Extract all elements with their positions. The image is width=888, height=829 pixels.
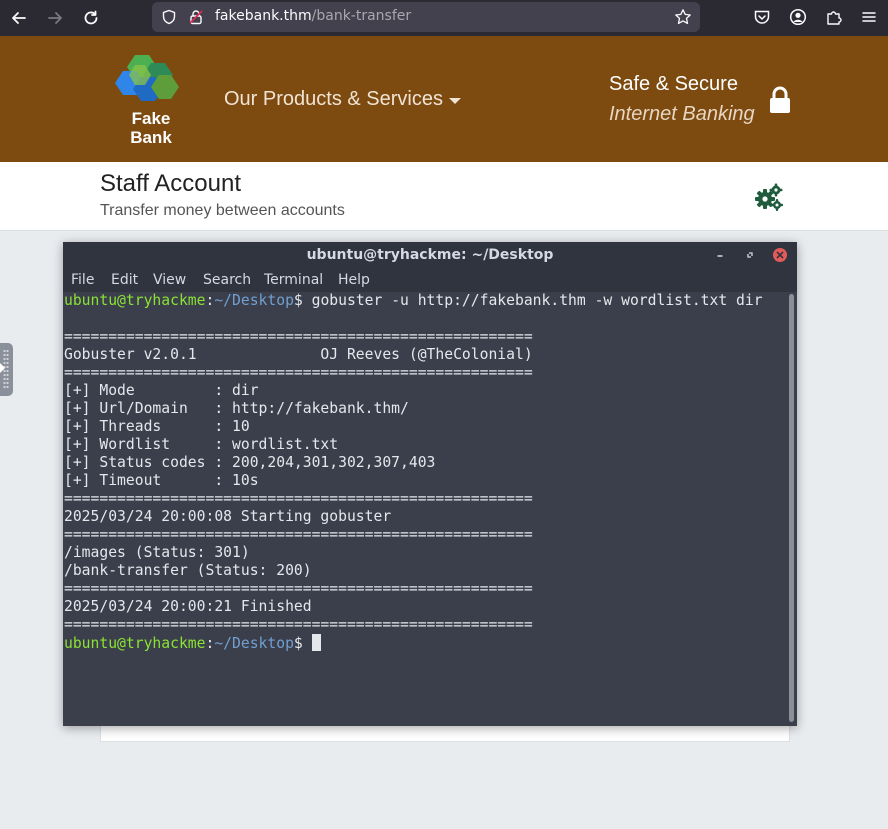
terminal-window[interactable]: ubuntu@tryhackme: ~/Desktop File Edit Vi…	[63, 242, 797, 726]
terminal-title: ubuntu@tryhackme: ~/Desktop	[306, 247, 554, 263]
menu-search[interactable]: Search	[203, 272, 251, 288]
output-line: [+] Status codes : 200,204,301,302,307,4…	[64, 454, 436, 471]
insecure-lock-icon[interactable]	[186, 7, 206, 27]
command-line: ubuntu@tryhackme:~/Desktop$ gobuster -u …	[64, 292, 763, 309]
page-subtitle: Transfer money between accounts	[100, 202, 345, 219]
lock-icon	[768, 86, 792, 114]
text-cursor	[311, 634, 321, 651]
shield-icon[interactable]	[159, 7, 179, 27]
output-line: ========================================…	[64, 580, 533, 597]
url-path: /bank-transfer	[311, 8, 412, 24]
url-text[interactable]: fakebank.thm/bank-transfer	[215, 8, 411, 24]
cube-logo-icon	[115, 55, 179, 101]
bookmark-star-icon[interactable]	[673, 7, 693, 27]
terminal-menubar: File Edit View Search Terminal Help	[63, 269, 797, 292]
prompt-path: ~/Desktop	[214, 635, 294, 652]
output-line: ========================================…	[64, 490, 533, 507]
page-title: Staff Account	[100, 170, 241, 197]
browser-toolbar: fakebank.thm/bank-transfer	[0, 0, 888, 36]
menu-help[interactable]: Help	[338, 272, 370, 288]
output-line: 2025/03/24 20:00:21 Finished	[64, 598, 312, 615]
logo-line-2: Bank	[130, 128, 172, 147]
back-arrow-icon	[12, 12, 26, 24]
site-header: Fake Bank Our Products & Services Safe &…	[0, 36, 888, 162]
output-line: /bank-transfer (Status: 200)	[64, 562, 312, 579]
prompt-user: ubuntu@tryhackme	[64, 292, 206, 309]
reload-button[interactable]	[77, 4, 105, 32]
pocket-icon[interactable]	[750, 5, 774, 29]
output-line: [+] Wordlist : wordlist.txt	[64, 436, 339, 453]
menu-file[interactable]: File	[71, 272, 94, 288]
output-line: [+] Url/Domain : http://fakebank.thm/	[64, 400, 409, 417]
output-line: [+] Timeout : 10s	[64, 472, 259, 489]
menu-edit[interactable]: Edit	[111, 272, 138, 288]
current-prompt-line[interactable]: ubuntu@tryhackme:~/Desktop$	[64, 634, 786, 652]
address-bar[interactable]: fakebank.thm/bank-transfer	[152, 2, 700, 32]
logo-text: Fake Bank	[115, 109, 187, 147]
extensions-icon[interactable]	[822, 5, 846, 29]
close-icon	[776, 251, 784, 259]
account-bar: Staff Account Transfer money between acc…	[0, 162, 888, 231]
side-panel-handle[interactable]	[0, 343, 13, 396]
settings-gears-icon[interactable]	[754, 182, 784, 212]
terminal-output[interactable]: ubuntu@tryhackme:~/Desktop$ gobuster -u …	[64, 292, 786, 722]
output-line: ========================================…	[64, 328, 533, 345]
reload-icon	[84, 10, 98, 25]
expand-arrow-icon	[0, 363, 5, 373]
products-dropdown-label: Our Products & Services	[224, 88, 443, 110]
output-line: ========================================…	[64, 526, 533, 543]
account-icon[interactable]	[786, 5, 810, 29]
output-line: ========================================…	[64, 616, 533, 633]
minimize-icon	[717, 255, 723, 257]
secure-subheading: Internet Banking	[609, 103, 755, 125]
menu-terminal[interactable]: Terminal	[264, 272, 323, 288]
terminal-titlebar[interactable]: ubuntu@tryhackme: ~/Desktop	[63, 242, 797, 269]
output-line: ========================================…	[64, 364, 533, 381]
secure-heading: Safe & Secure	[609, 73, 738, 95]
products-dropdown[interactable]: Our Products & Services	[224, 88, 461, 111]
fakebank-logo[interactable]: Fake Bank	[115, 51, 187, 151]
output-line: [+] Mode : dir	[64, 382, 259, 399]
output-line: Gobuster v2.0.1 OJ Reeves (@TheColonial)	[64, 346, 533, 363]
close-button[interactable]	[773, 248, 787, 262]
output-line: [+] Threads : 10	[64, 418, 250, 435]
output-line: 2025/03/24 20:00:08 Starting gobuster	[64, 508, 392, 525]
menu-icon[interactable]	[857, 5, 881, 29]
back-button[interactable]	[5, 4, 33, 32]
url-host: fakebank.thm	[215, 8, 312, 24]
prompt-user: ubuntu@tryhackme	[64, 635, 206, 652]
forward-button[interactable]	[41, 4, 69, 32]
maximize-button[interactable]	[743, 248, 757, 262]
menu-view[interactable]: View	[153, 272, 186, 288]
minimize-button[interactable]	[713, 248, 727, 262]
maximize-icon	[747, 252, 753, 258]
logo-line-1: Fake	[131, 109, 171, 128]
output-line: /images (Status: 301)	[64, 544, 250, 561]
command-text: gobuster -u http://fakebank.thm -w wordl…	[302, 292, 763, 309]
forward-arrow-icon	[48, 12, 62, 24]
terminal-scrollbar[interactable]	[789, 294, 794, 722]
prompt-path: ~/Desktop	[214, 292, 294, 309]
caret-down-icon	[448, 97, 461, 104]
